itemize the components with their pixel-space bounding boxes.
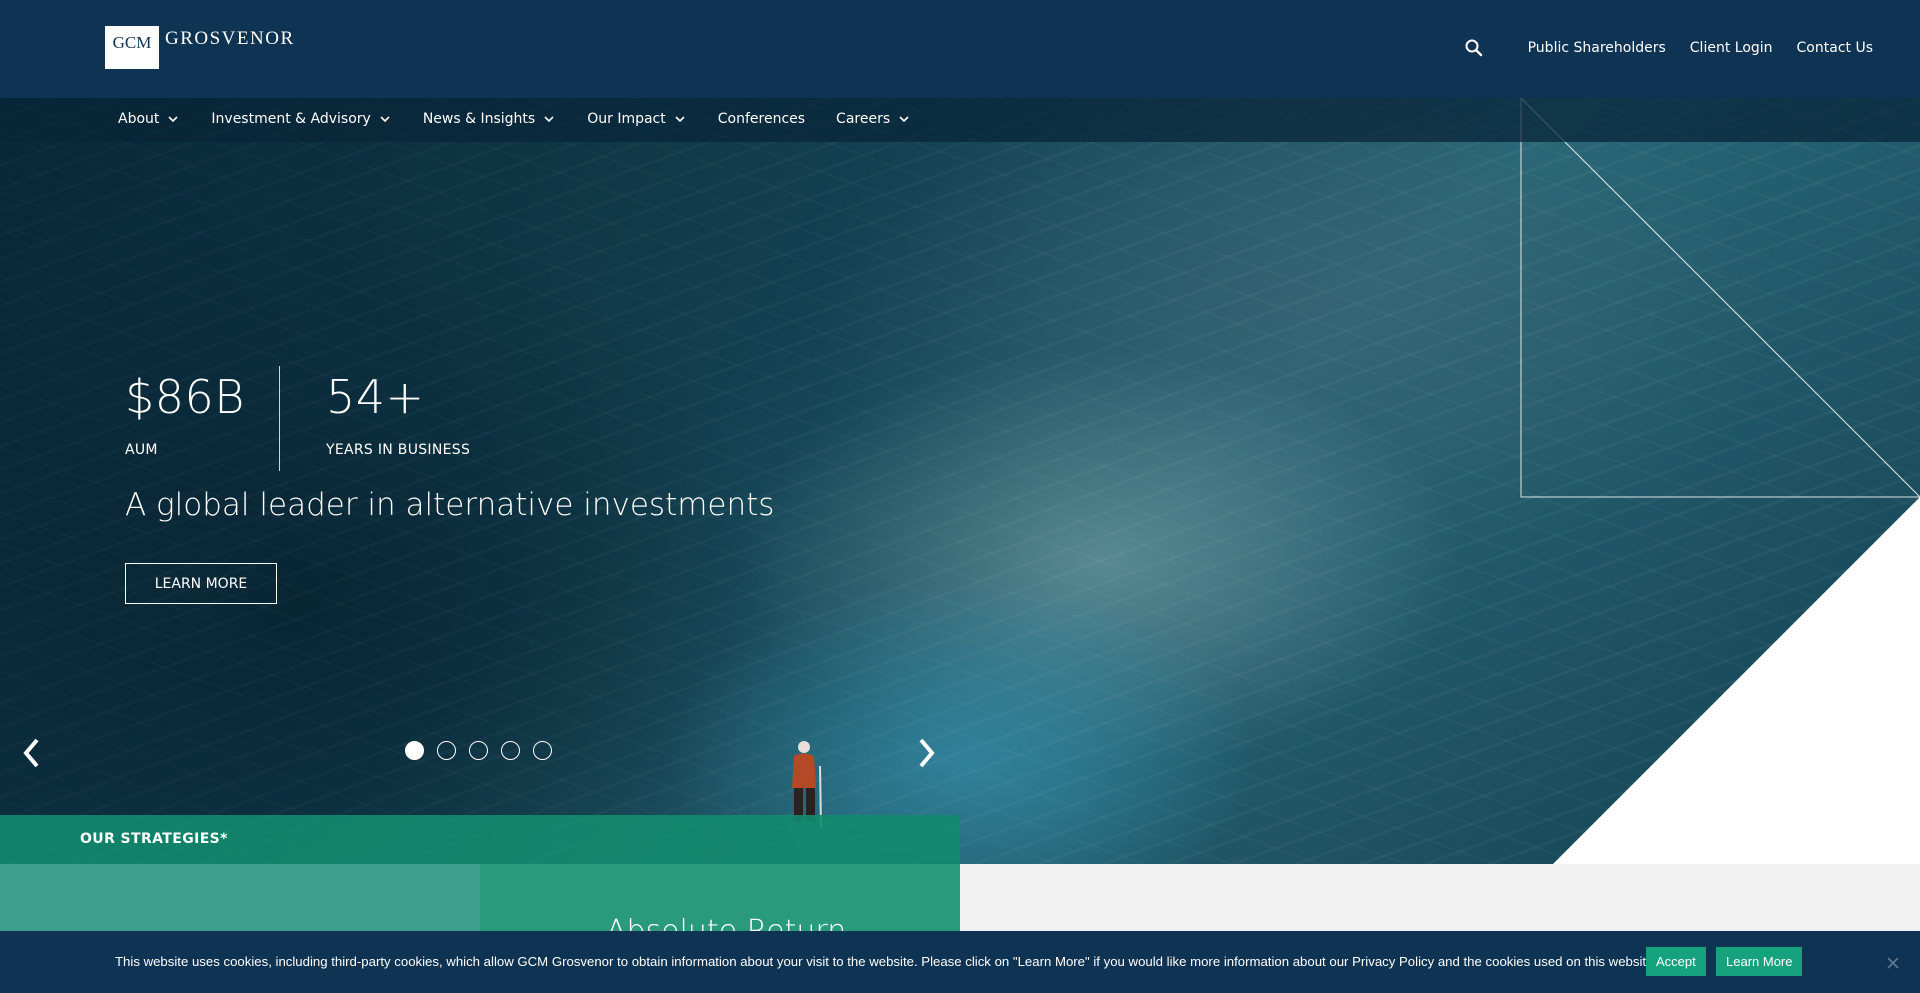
stat-aum-value: $86B — [125, 370, 245, 424]
arrow-right-icon[interactable] — [914, 735, 940, 771]
strategies-header: OUR STRATEGIES* — [0, 815, 960, 864]
cookie-learn-more-button[interactable]: Learn More — [1716, 947, 1803, 976]
arrow-left-icon[interactable] — [18, 735, 44, 771]
client-login-link[interactable]: Client Login — [1690, 40, 1773, 56]
carousel-dot-5[interactable] — [533, 741, 552, 760]
carousel-dot-2[interactable] — [437, 741, 456, 760]
contact-us-link[interactable]: Contact Us — [1797, 40, 1873, 56]
chevron-down-icon — [544, 116, 554, 123]
nav-item-label: About — [118, 111, 160, 127]
chevron-down-icon — [380, 116, 390, 123]
carousel-dot-3[interactable] — [469, 741, 488, 760]
learn-more-button[interactable]: LEARN MORE — [125, 563, 277, 604]
main-nav: About Investment & Advisory News & Insig… — [0, 98, 1920, 142]
triangle-outline — [1520, 98, 1920, 498]
logo-wordmark: GROSVENOR — [165, 28, 295, 49]
nav-item-label: Our Impact — [587, 111, 666, 127]
carousel-dot-4[interactable] — [501, 741, 520, 760]
chevron-down-icon — [168, 116, 178, 123]
nav-item-about[interactable]: About — [118, 111, 180, 127]
nav-item-our-impact[interactable]: Our Impact — [587, 111, 687, 127]
nav-item-label: Conferences — [717, 111, 806, 127]
stat-years-value: 54+ — [326, 370, 425, 424]
stat-aum-label: AUM — [125, 442, 158, 458]
accept-cookies-button[interactable]: Accept — [1646, 947, 1706, 976]
chevron-down-icon — [675, 116, 685, 123]
nav-item-news-insights[interactable]: News & Insights — [423, 111, 556, 127]
cookie-banner: This website uses cookies, including thi… — [0, 931, 1920, 993]
hero-tagline: A global leader in alternative investmen… — [125, 487, 775, 523]
chevron-down-icon — [899, 116, 909, 123]
strategies-heading: OUR STRATEGIES* — [80, 831, 228, 847]
public-shareholders-link[interactable]: Public Shareholders — [1528, 40, 1666, 56]
nav-item-label: Careers — [836, 111, 891, 127]
logo[interactable]: GCM GROSVENOR — [105, 26, 295, 69]
nav-item-label: News & Insights — [422, 111, 536, 127]
logo-mark: GCM — [105, 26, 159, 69]
utility-nav: Public Shareholders Client Login Contact… — [1464, 38, 1873, 58]
nav-item-label: Investment & Advisory — [211, 111, 371, 127]
close-icon[interactable] — [1886, 956, 1900, 970]
stat-divider — [279, 366, 280, 471]
stat-aum: $86B AUM — [125, 370, 245, 458]
nav-item-conferences[interactable]: Conferences — [718, 111, 805, 127]
nav-item-careers[interactable]: Careers — [836, 111, 911, 127]
search-icon[interactable] — [1464, 38, 1484, 58]
top-bar: GCM GROSVENOR Public Shareholders Client… — [0, 0, 1920, 98]
stat-years-label: YEARS IN BUSINESS — [326, 442, 471, 458]
carousel-dot-1[interactable] — [405, 741, 424, 760]
nav-item-investment-advisory[interactable]: Investment & Advisory — [211, 111, 391, 127]
carousel-dots — [405, 741, 552, 760]
cookie-text: This website uses cookies, including thi… — [115, 954, 1658, 969]
stat-years: 54+ YEARS IN BUSINESS — [326, 370, 470, 458]
